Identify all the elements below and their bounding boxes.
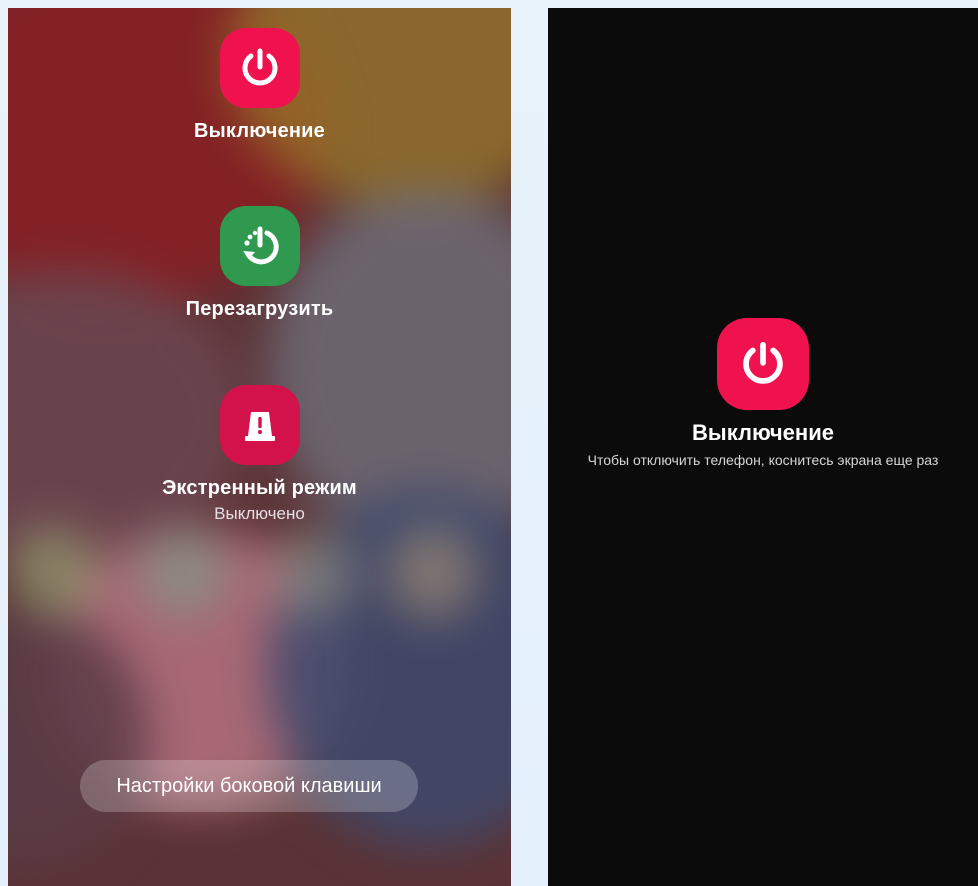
confirm-power-off: Выключение Чтобы отключить телефон, косн…	[548, 318, 978, 469]
power-icon	[242, 48, 277, 86]
restart-item[interactable]: Перезагрузить	[8, 206, 511, 321]
emergency-mode-item[interactable]: Экстренный режим Выключено	[8, 385, 511, 524]
restart-icon	[242, 226, 279, 265]
emergency-icon	[244, 412, 275, 441]
power-off-confirm-screen[interactable]: Выключение Чтобы отключить телефон, косн…	[548, 8, 978, 886]
power-icon	[743, 341, 783, 384]
power-off-item[interactable]: Выключение	[8, 28, 511, 143]
confirm-power-off-button[interactable]	[717, 318, 809, 410]
emergency-mode-button[interactable]	[219, 385, 300, 465]
confirm-hint: Чтобы отключить телефон, коснитесь экран…	[587, 452, 939, 468]
restart-button[interactable]	[219, 206, 300, 286]
side-key-settings-button[interactable]: Настройки боковой клавиши	[80, 760, 418, 812]
power-menu-screen: Выключение Перезагрузить Экстренный режи…	[8, 8, 511, 886]
emergency-mode-label: Экстренный режим	[162, 477, 357, 499]
power-off-button[interactable]	[219, 28, 300, 108]
emergency-mode-status: Выключено	[214, 504, 305, 523]
confirm-title: Выключение	[692, 420, 834, 445]
power-off-label: Выключение	[193, 120, 326, 142]
screenshot-stage: Выключение Перезагрузить Экстренный режи…	[0, 0, 978, 886]
restart-label: Перезагрузить	[185, 298, 334, 320]
